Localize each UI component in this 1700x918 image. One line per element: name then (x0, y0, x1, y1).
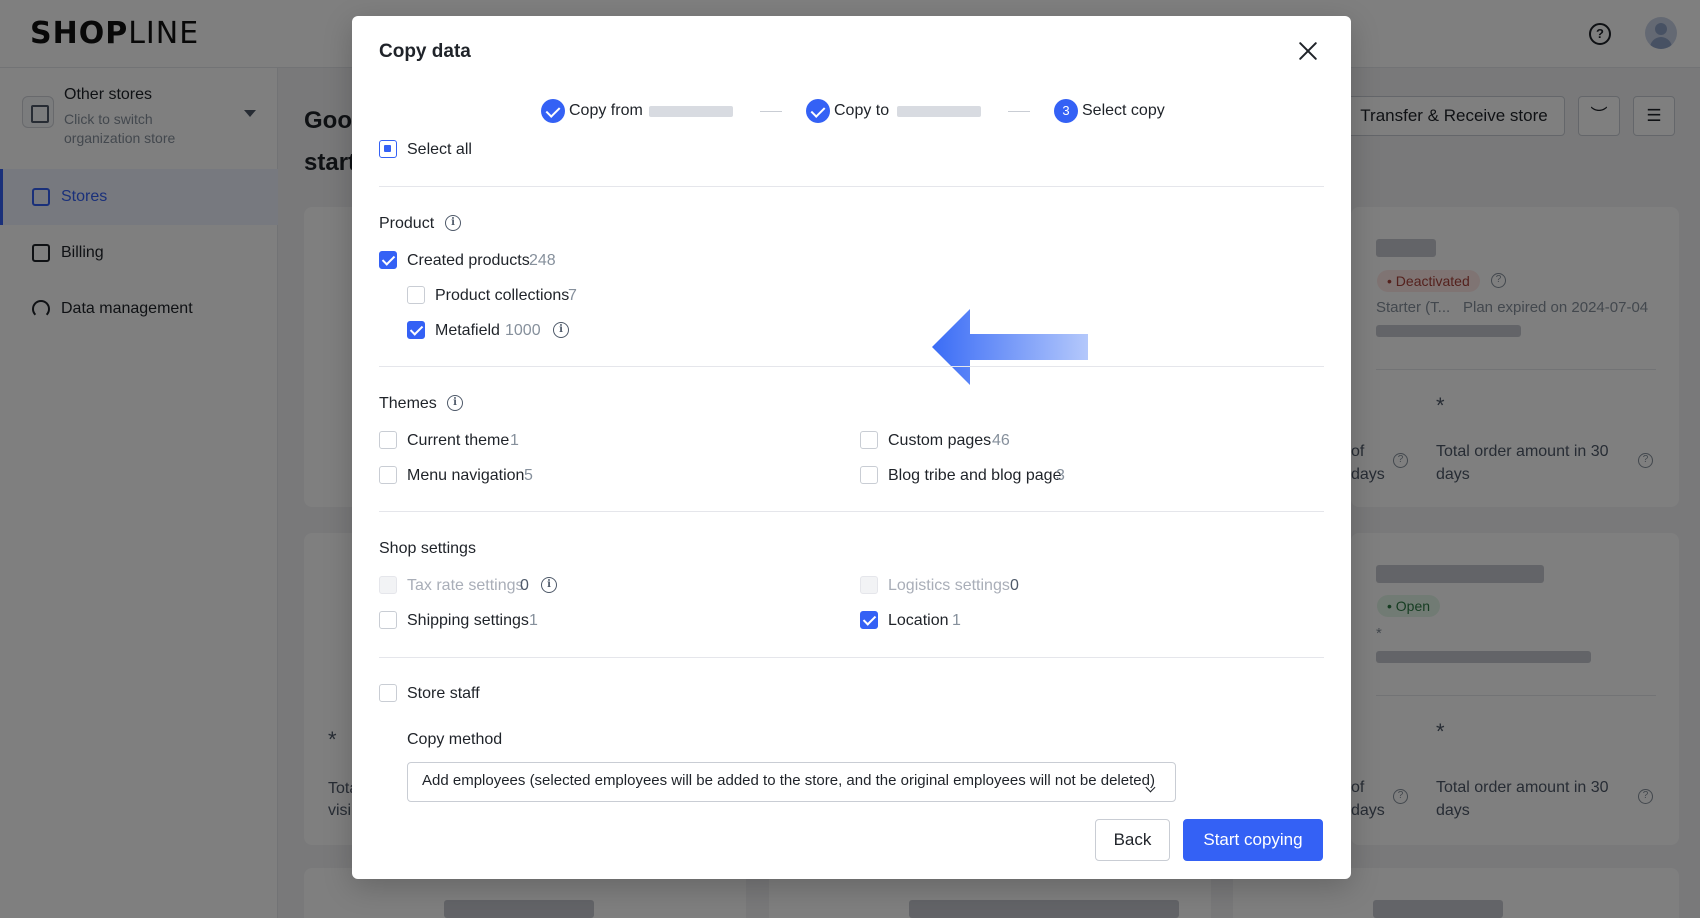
check-icon (806, 99, 830, 123)
step-number: 3 (1054, 99, 1078, 123)
step-copy-from: Copy from (541, 99, 741, 123)
info-icon[interactable]: i (553, 322, 569, 338)
store-staff-label[interactable]: Store staff (407, 684, 480, 704)
custom-pages-checkbox[interactable] (860, 431, 878, 449)
select-all-label[interactable]: Select all (407, 140, 472, 160)
metafield-count: 1000 (505, 322, 541, 339)
target-store-blurred (897, 106, 981, 117)
blog-checkbox[interactable] (860, 466, 878, 484)
info-icon[interactable]: i (447, 395, 463, 411)
logistics-settings-count: 0 (1010, 577, 1019, 594)
menu-navigation-checkbox[interactable] (379, 466, 397, 484)
step-select-copy: 3 Select copy (1054, 99, 1204, 123)
divider (379, 657, 1324, 658)
created-products-count: 248 (529, 252, 556, 269)
location-count: 1 (952, 612, 961, 629)
product-collections-label[interactable]: Product collections (435, 286, 569, 306)
blog-count: 3 (1056, 467, 1065, 484)
start-copying-button[interactable]: Start copying (1183, 819, 1323, 861)
custom-pages-count: 46 (992, 432, 1010, 449)
step-label: Copy to (834, 102, 890, 119)
pointer-arrow-icon (932, 309, 1088, 385)
copy-method-label: Copy method (407, 731, 503, 748)
divider (379, 366, 1324, 367)
close-icon[interactable] (1297, 40, 1319, 62)
tax-rate-label: Tax rate settings (407, 577, 524, 594)
step-connector (1008, 111, 1030, 112)
copy-data-modal: Copy data Copy from Copy to 3 Select cop… (352, 16, 1351, 879)
divider (379, 511, 1324, 512)
menu-navigation-count: 5 (524, 467, 533, 484)
section-title-product: Product (379, 215, 435, 232)
shipping-settings-checkbox[interactable] (379, 611, 397, 629)
current-theme-checkbox[interactable] (379, 431, 397, 449)
location-checkbox[interactable] (860, 611, 878, 629)
tax-rate-count: 0 (520, 577, 529, 594)
custom-pages-label[interactable]: Custom pages (888, 431, 991, 451)
modal-title: Copy data (379, 41, 471, 62)
tax-rate-checkbox (379, 576, 397, 594)
info-icon[interactable]: i (445, 215, 461, 231)
select-all-checkbox[interactable] (379, 140, 397, 158)
step-label: Select copy (1082, 102, 1165, 119)
source-store-blurred (649, 106, 733, 117)
product-collections-checkbox[interactable] (407, 286, 425, 304)
info-icon[interactable]: i (541, 577, 557, 593)
logistics-settings-checkbox (860, 576, 878, 594)
step-copy-to: Copy to (806, 99, 986, 123)
copy-method-select[interactable]: Add employees (selected employees will b… (407, 762, 1176, 802)
divider (379, 186, 1324, 187)
check-icon (541, 99, 565, 123)
location-label[interactable]: Location (888, 611, 949, 631)
current-theme-count: 1 (510, 432, 519, 449)
section-title-themes: Themes (379, 395, 437, 412)
current-theme-label[interactable]: Current theme (407, 431, 509, 451)
section-title-shop-settings: Shop settings (379, 540, 476, 557)
created-products-label[interactable]: Created products (407, 251, 530, 271)
step-connector (760, 111, 782, 112)
shipping-settings-count: 1 (529, 612, 538, 629)
step-label: Copy from (569, 102, 643, 119)
shipping-settings-label[interactable]: Shipping settings (407, 611, 529, 631)
metafield-label[interactable]: Metafield (435, 321, 500, 341)
menu-navigation-label[interactable]: Menu navigation (407, 466, 524, 486)
product-collections-count: 7 (568, 287, 577, 304)
back-button[interactable]: Back (1095, 819, 1170, 861)
store-staff-checkbox[interactable] (379, 684, 397, 702)
blog-label[interactable]: Blog tribe and blog page (888, 466, 1061, 486)
metafield-checkbox[interactable] (407, 321, 425, 339)
logistics-settings-label: Logistics settings (888, 577, 1010, 594)
created-products-checkbox[interactable] (379, 251, 397, 269)
